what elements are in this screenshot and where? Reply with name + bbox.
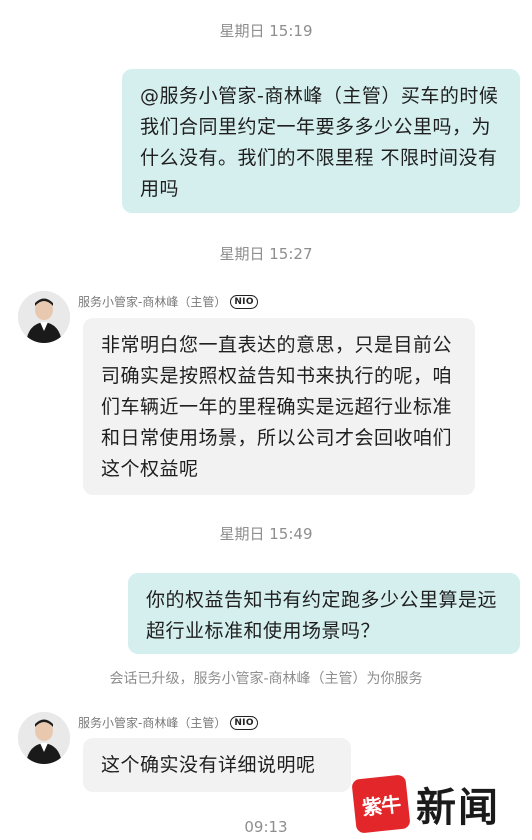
nio-badge-icon: NIO	[230, 715, 258, 730]
agent-avatar[interactable]	[18, 712, 70, 764]
outgoing-message-bubble[interactable]: 你的权益告知书有约定跑多少公里算是远超行业标准和使用场景吗？	[128, 573, 520, 654]
nio-badge-icon: NIO	[230, 294, 258, 309]
timestamp: 星期日 15:27	[219, 245, 313, 263]
zinu-logo: 紫牛	[351, 774, 411, 834]
outgoing-message-bubble[interactable]: @服务小管家-商林峰（主管）买车的时候我们合同里约定一年要多多少公里吗，为什么没…	[122, 69, 520, 213]
sender-name-text: 服务小管家-商林峰（主管）	[78, 295, 227, 309]
agent-avatar[interactable]	[18, 291, 70, 343]
avatar-portrait-icon	[18, 712, 70, 764]
avatar-portrait-icon	[18, 291, 70, 343]
system-notice: 会话已升级，服务小管家-商林峰（主管）为你服务	[109, 671, 423, 687]
timestamp: 星期日 15:49	[219, 525, 313, 543]
incoming-message-bubble[interactable]: 这个确实没有详细说明呢	[83, 738, 351, 792]
sender-name-text: 服务小管家-商林峰（主管）	[78, 716, 227, 730]
incoming-message-bubble[interactable]: 非常明白您一直表达的意思，只是目前公司确实是按照权益告知书来执行的呢，咱们车辆近…	[83, 318, 475, 495]
timestamp: 星期日 15:19	[219, 22, 313, 40]
news-watermark: 紫牛 新闻	[351, 774, 524, 834]
sender-name: 服务小管家-商林峰（主管） NIO	[78, 293, 258, 310]
sender-name: 服务小管家-商林峰（主管） NIO	[78, 714, 258, 731]
watermark-text: 新闻	[416, 784, 500, 831]
